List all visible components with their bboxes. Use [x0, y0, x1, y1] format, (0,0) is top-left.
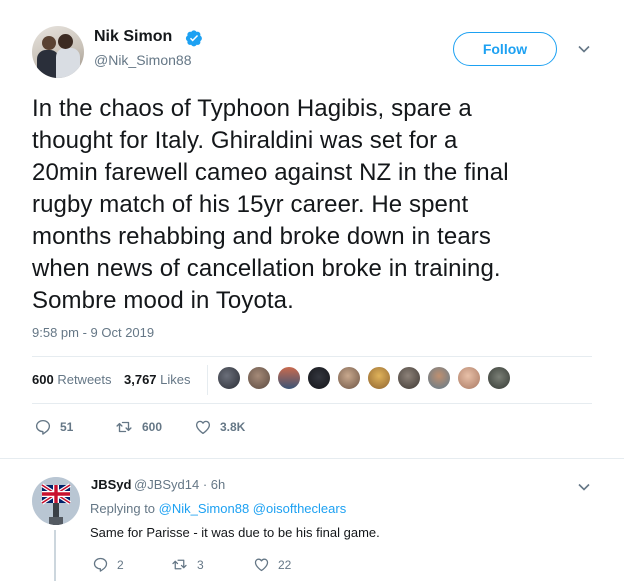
- likes-label: Likes: [160, 372, 191, 387]
- liker-avatar[interactable]: [427, 366, 451, 390]
- retweet-icon: [172, 559, 187, 570]
- reply-text: Same for Parisse - it was due to be his …: [90, 525, 380, 540]
- reply-reply-count: 2: [117, 557, 124, 572]
- reply-author-name[interactable]: JBSyd: [91, 477, 131, 492]
- liker-avatar[interactable]: [307, 366, 331, 390]
- likes-count: 3,767: [124, 372, 157, 387]
- replying-to: Replying to @Nik_Simon88 @oisoftheclears: [90, 501, 346, 516]
- liker-avatar[interactable]: [457, 366, 481, 390]
- author-name[interactable]: Nik Simon: [94, 28, 172, 46]
- follow-button[interactable]: Follow: [453, 32, 557, 66]
- chevron-down-icon[interactable]: [577, 42, 591, 56]
- liker-avatar[interactable]: [397, 366, 421, 390]
- reply-like-button[interactable]: 22: [253, 556, 291, 573]
- retweets-count: 600: [32, 372, 54, 387]
- reply-icon: [35, 419, 51, 435]
- reply-retweet-count: 3: [197, 557, 204, 572]
- likes-stat[interactable]: 3,767 Likes: [124, 372, 191, 387]
- tweet-text: In the chaos of Typhoon Hagibis, spare a…: [32, 95, 509, 314]
- liker-avatar[interactable]: [487, 366, 511, 390]
- reply-like-count: 22: [278, 557, 292, 572]
- verified-badge-icon: [185, 30, 202, 47]
- reply-icon: [93, 557, 108, 572]
- liker-avatar[interactable]: [277, 366, 301, 390]
- chevron-down-icon[interactable]: [577, 480, 591, 494]
- retweet-count: 600: [142, 420, 163, 434]
- reply-count: 51: [60, 420, 74, 434]
- retweet-button[interactable]: 600: [114, 418, 162, 436]
- reply-author-handle[interactable]: @JBSyd14 · 6h: [134, 477, 225, 492]
- reply-reply-button[interactable]: 2: [92, 556, 124, 573]
- retweet-icon: [116, 421, 132, 433]
- heart-icon: [195, 420, 211, 435]
- divider: [32, 356, 592, 357]
- replying-prefix: Replying to: [90, 501, 156, 516]
- like-button[interactable]: 3.8K: [194, 418, 245, 436]
- thread-line: [54, 530, 56, 581]
- reply-retweet-button[interactable]: 3: [170, 556, 204, 573]
- retweets-stat[interactable]: 600 Retweets: [32, 372, 112, 387]
- replying-to-handles[interactable]: @Nik_Simon88 @oisoftheclears: [159, 501, 347, 516]
- liker-avatar[interactable]: [217, 366, 241, 390]
- divider: [32, 403, 592, 404]
- retweets-label: Retweets: [57, 372, 112, 387]
- like-count: 3.8K: [220, 420, 246, 434]
- divider: [0, 458, 624, 459]
- liker-avatar[interactable]: [337, 366, 361, 390]
- liker-avatar[interactable]: [247, 366, 271, 390]
- reply-button[interactable]: 51: [34, 418, 73, 436]
- tweet-timestamp[interactable]: 9:58 pm - 9 Oct 2019: [32, 325, 154, 340]
- stats-separator: [207, 365, 208, 395]
- heart-icon: [254, 558, 269, 572]
- liker-avatar[interactable]: [367, 366, 391, 390]
- author-avatar[interactable]: [32, 26, 84, 78]
- author-handle[interactable]: @Nik_Simon88: [94, 52, 191, 68]
- union-flag-avatar-icon: [32, 477, 80, 525]
- reply-author-avatar[interactable]: [32, 477, 80, 525]
